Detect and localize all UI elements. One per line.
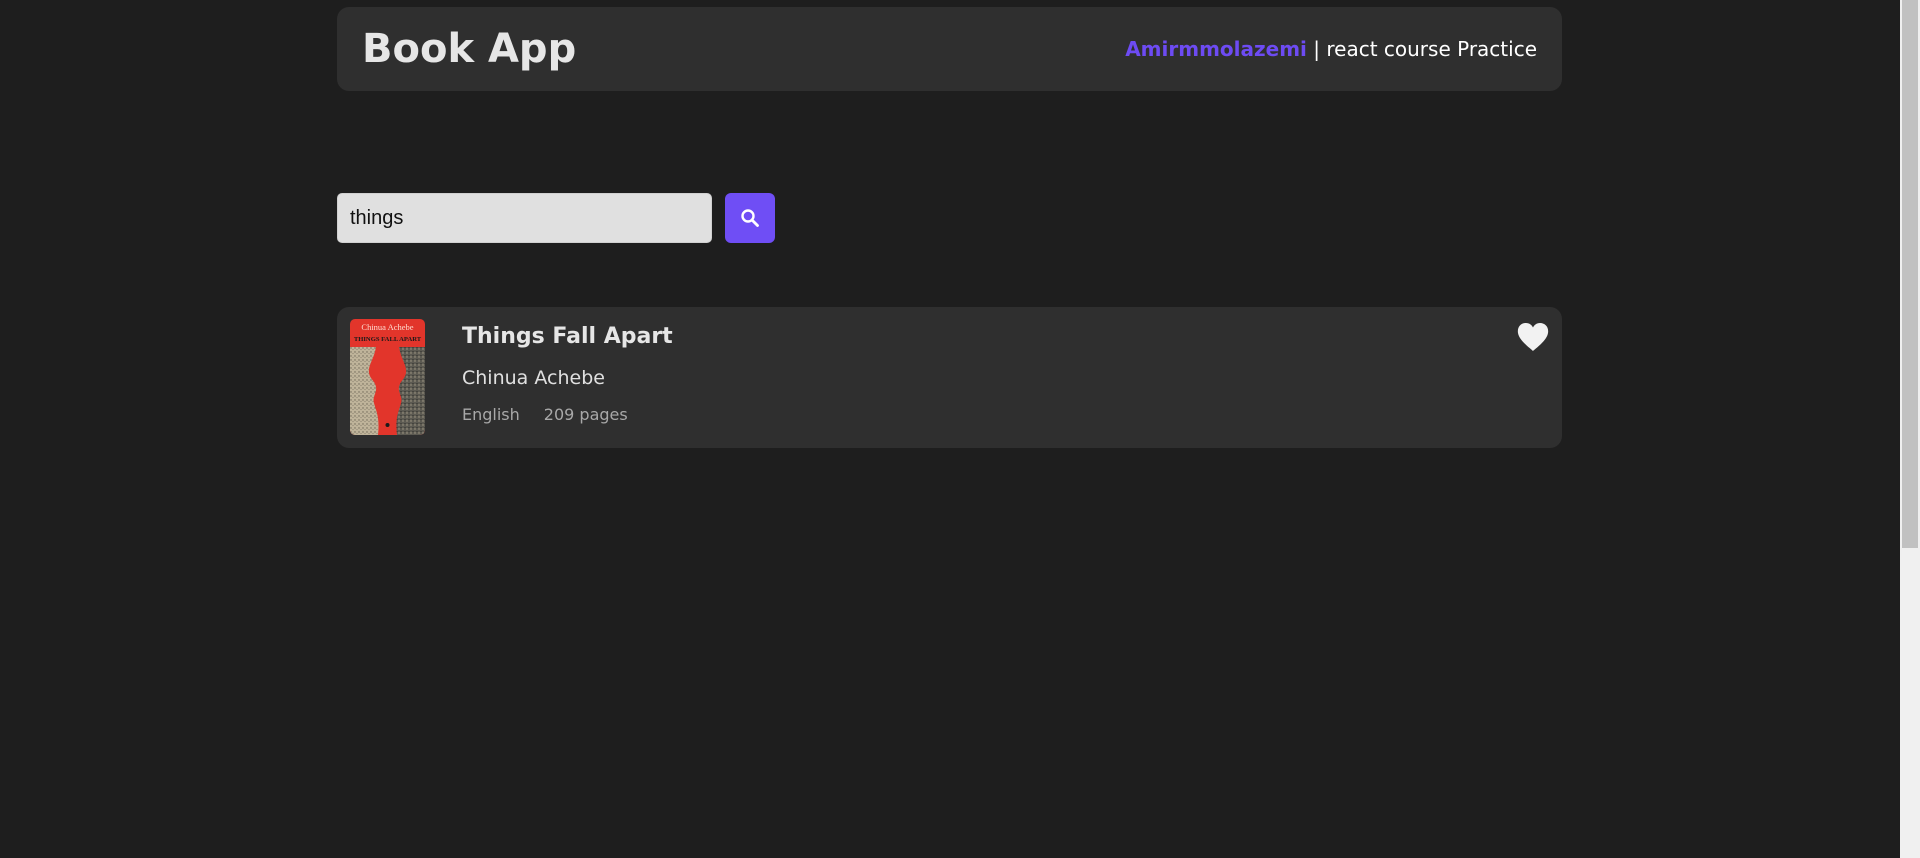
book-info: Things Fall Apart Chinua Achebe English … [462, 322, 673, 424]
heart-icon [1517, 323, 1549, 351]
page: Book App Amirmmolazemi | react course Pr… [0, 0, 1920, 858]
search-button[interactable] [725, 193, 775, 243]
book-language: English [462, 405, 520, 424]
scrollbar[interactable] [1900, 0, 1920, 858]
book-title: Things Fall Apart [462, 324, 673, 349]
favorite-button[interactable] [1516, 321, 1550, 353]
search-input[interactable] [337, 193, 712, 243]
book-author: Chinua Achebe [462, 367, 605, 389]
cover-author-text: Chinua Achebe [361, 322, 413, 332]
author-name: Amirmmolazemi [1125, 37, 1307, 61]
scrollbar-thumb[interactable] [1902, 0, 1918, 548]
cover-title-text: THINGS FALL APART [354, 336, 422, 343]
book-card[interactable]: Chinua Achebe THINGS FALL APART Things F… [337, 307, 1562, 448]
book-pages: 209 pages [543, 405, 628, 424]
header-tagline: | react course Practice [1306, 37, 1537, 61]
app-header: Book App Amirmmolazemi | react course Pr… [337, 7, 1562, 91]
header-credits: Amirmmolazemi | react course Practice [1125, 37, 1537, 61]
search-bar [337, 193, 775, 243]
search-icon [741, 209, 759, 227]
book-cover-image: Chinua Achebe THINGS FALL APART [350, 319, 425, 435]
book-meta: English 209 pages [462, 405, 673, 424]
app-title: Book App [362, 26, 577, 72]
